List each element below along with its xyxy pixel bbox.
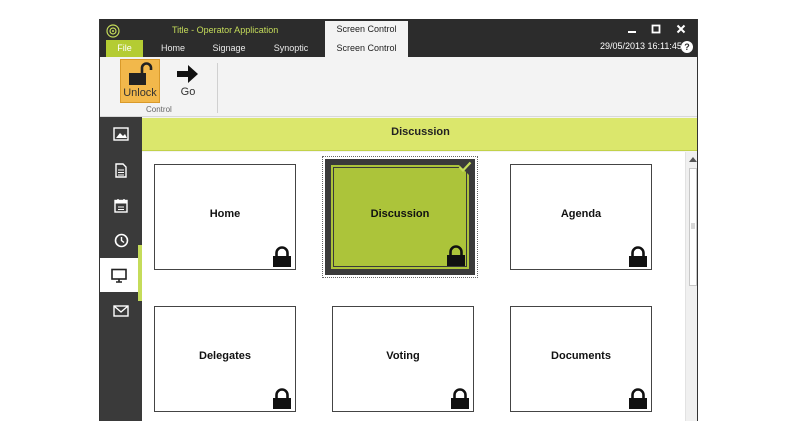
calendar-icon: [114, 198, 128, 213]
maximize-icon: [651, 24, 661, 34]
scroll-up-arrow-icon[interactable]: [689, 157, 697, 162]
file-tab[interactable]: File: [106, 40, 143, 57]
tab-signage[interactable]: Signage: [204, 40, 254, 57]
ribbon: Unlock Go Control: [100, 57, 697, 117]
card-label: Voting: [386, 350, 420, 362]
minimize-icon: [628, 31, 636, 33]
sidebar: [100, 117, 144, 421]
image-icon: [113, 127, 129, 141]
lock-icon: [451, 388, 469, 409]
screen-card-delegates[interactable]: Delegates: [154, 306, 296, 412]
ribbon-group-control: Control: [146, 105, 172, 114]
sidebar-item-calendar[interactable]: [100, 188, 142, 222]
screen-card-agenda[interactable]: Agenda: [510, 164, 652, 270]
sidebar-item-screen-control[interactable]: [100, 258, 138, 292]
lock-icon: [447, 245, 465, 266]
help-icon[interactable]: ?: [681, 41, 693, 53]
sidebar-item-images[interactable]: [100, 117, 142, 151]
lock-icon: [629, 246, 647, 267]
lock-icon: [273, 388, 291, 409]
datetime-display: 29/05/2013 16:11:45: [600, 41, 682, 51]
clock-icon: [114, 233, 128, 247]
unlock-icon: [129, 62, 153, 85]
lock-icon: [273, 246, 291, 267]
minimize-button[interactable]: [625, 24, 639, 38]
window-title: Title - Operator Application: [172, 25, 279, 35]
close-icon: [676, 24, 686, 34]
go-button[interactable]: Go: [168, 59, 208, 103]
screen-card-voting[interactable]: Voting: [332, 306, 474, 412]
go-label: Go: [180, 86, 196, 98]
title-bar: Title - Operator Application Screen Cont…: [100, 19, 697, 57]
application-window: Title - Operator Application Screen Cont…: [99, 19, 698, 421]
monitor-icon: [111, 268, 127, 283]
screen-grid: Home Discussion Agenda Delegates Voting …: [142, 152, 685, 421]
card-label: Delegates: [199, 350, 251, 362]
screen-card-documents[interactable]: Documents: [510, 306, 652, 412]
arrow-right-icon: [177, 65, 198, 83]
grip-icon: [691, 223, 695, 229]
card-label: Agenda: [560, 208, 602, 220]
app-logo-icon: [106, 24, 120, 38]
tab-screen-control[interactable]: Screen Control: [325, 40, 408, 57]
check-icon: [458, 161, 472, 173]
card-label: Discussion: [370, 208, 430, 220]
vertical-scrollbar[interactable]: [685, 152, 697, 421]
tab-home[interactable]: Home: [152, 40, 194, 57]
mail-icon: [113, 305, 129, 317]
page-title: Discussion: [142, 118, 697, 151]
sidebar-item-clock[interactable]: [100, 223, 142, 257]
lock-icon: [629, 388, 647, 409]
screen-card-home[interactable]: Home: [154, 164, 296, 270]
sidebar-item-mail[interactable]: [100, 294, 142, 328]
screen-card-discussion[interactable]: Discussion: [322, 156, 478, 278]
ribbon-separator: [217, 63, 218, 113]
tab-synoptic[interactable]: Synoptic: [266, 40, 316, 57]
card-label: Documents: [551, 350, 611, 362]
unlock-button[interactable]: Unlock: [120, 59, 160, 103]
close-button[interactable]: [674, 24, 688, 38]
card-label: Home: [209, 208, 241, 220]
sidebar-item-documents[interactable]: [100, 153, 142, 187]
maximize-button[interactable]: [649, 24, 663, 38]
document-icon: [115, 162, 127, 178]
context-tab-screen-control: Screen Control: [325, 21, 408, 40]
scroll-thumb[interactable]: [689, 168, 697, 286]
unlock-label: Unlock: [123, 87, 157, 99]
